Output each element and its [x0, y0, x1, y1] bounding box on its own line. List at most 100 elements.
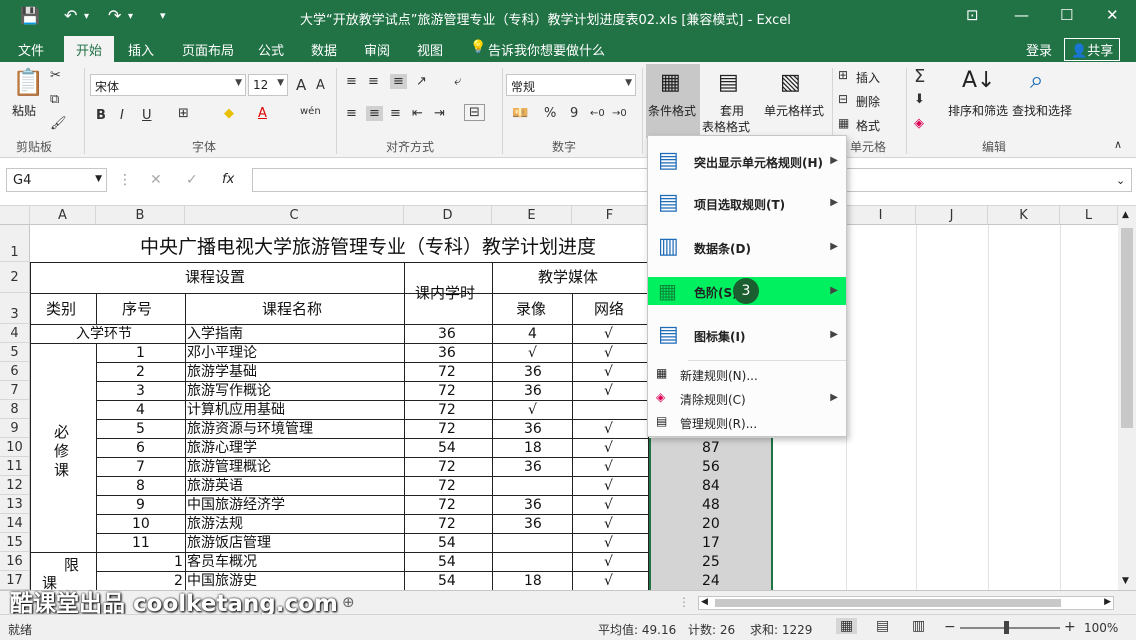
- scroll-right-icon[interactable]: ▶: [1104, 597, 1111, 607]
- video-cell[interactable]: 18: [524, 572, 542, 590]
- insert-cells-icon[interactable]: ⊞: [838, 68, 848, 82]
- delete-cells-icon[interactable]: ⊟: [838, 92, 848, 106]
- font-size-combo[interactable]: 12 ▼: [248, 74, 288, 96]
- course-name-cell[interactable]: 旅游写作概论: [187, 382, 271, 400]
- align-bottom-icon[interactable]: ≡: [390, 74, 407, 89]
- gradient-cell[interactable]: 48: [702, 496, 720, 514]
- gradient-cell[interactable]: 20: [702, 515, 720, 533]
- network-cell[interactable]: √: [604, 515, 613, 533]
- fill-color-icon[interactable]: ◆: [224, 106, 234, 121]
- font-name-combo[interactable]: 宋体 ▼: [90, 74, 246, 96]
- horizontal-scrollbar[interactable]: ◀ ▶: [698, 596, 1114, 610]
- network-cell[interactable]: √: [604, 382, 613, 400]
- format-cells-button[interactable]: 格式: [856, 117, 880, 134]
- course-name-cell[interactable]: 客员车概况: [187, 553, 257, 571]
- network-cell[interactable]: √: [604, 534, 613, 552]
- align-middle-icon[interactable]: ≡: [368, 74, 379, 89]
- tab-file[interactable]: 文件: [18, 40, 44, 59]
- sign-in-link[interactable]: 登录: [1026, 40, 1052, 59]
- undo-dropdown-icon[interactable]: ▾: [84, 11, 89, 22]
- gradient-cell[interactable]: 56: [702, 458, 720, 476]
- number-format-combo[interactable]: 常规 ▼: [506, 74, 636, 96]
- cell-style-label[interactable]: 单元格样式: [764, 102, 824, 119]
- course-name-cell[interactable]: 旅游英语: [187, 477, 243, 495]
- increase-decimal-icon[interactable]: ←0: [590, 108, 605, 119]
- comma-button[interactable]: 9: [570, 106, 578, 121]
- align-center-icon[interactable]: ≡: [366, 106, 383, 121]
- tab-view[interactable]: 视图: [417, 40, 443, 59]
- select-all[interactable]: [0, 206, 30, 225]
- decrease-indent-icon[interactable]: ⇤: [412, 106, 423, 121]
- gradient-cell[interactable]: 24: [702, 572, 720, 590]
- currency-icon[interactable]: 💴: [512, 106, 528, 121]
- enter-icon[interactable]: ✓: [186, 172, 198, 188]
- column-header[interactable]: F: [572, 206, 648, 225]
- customize-qat-icon[interactable]: ▾: [160, 9, 166, 22]
- seq-cell[interactable]: 1: [136, 344, 145, 362]
- cell-style-icon[interactable]: ▧: [780, 70, 801, 95]
- column-header[interactable]: B: [96, 206, 185, 225]
- seq-cell[interactable]: 7: [136, 458, 145, 476]
- row-header[interactable]: 4: [0, 324, 30, 343]
- percent-button[interactable]: %: [544, 106, 556, 121]
- network-cell[interactable]: √: [604, 572, 613, 590]
- seq-cell[interactable]: 10: [132, 515, 150, 533]
- row-header[interactable]: 1: [0, 225, 30, 262]
- zoom-out-icon[interactable]: −: [944, 619, 956, 635]
- row-header[interactable]: 6: [0, 362, 30, 381]
- table-format-label-1[interactable]: 套用: [720, 102, 744, 119]
- redo-icon[interactable]: ↷: [108, 6, 121, 25]
- hours-cell[interactable]: 72: [438, 477, 456, 495]
- zoom-slider[interactable]: [960, 627, 1060, 629]
- gradient-cell[interactable]: 84: [702, 477, 720, 495]
- category-cell[interactable]: 入学环节: [76, 325, 132, 343]
- menu-item-clear-rules[interactable]: ◈ 清除规则(C) ▶: [648, 388, 846, 410]
- hours-cell[interactable]: 54: [438, 553, 456, 571]
- video-cell[interactable]: √: [528, 344, 537, 362]
- decrease-decimal-icon[interactable]: →0: [612, 108, 627, 119]
- row-header[interactable]: 2: [0, 262, 30, 293]
- italic-icon[interactable]: I: [120, 108, 124, 123]
- ribbon-display-icon[interactable]: ⊡: [966, 6, 979, 24]
- seq-cell[interactable]: 6: [136, 439, 145, 457]
- tab-review[interactable]: 审阅: [364, 40, 390, 59]
- close-icon[interactable]: ✕: [1106, 6, 1119, 24]
- network-cell[interactable]: √: [604, 363, 613, 381]
- column-header[interactable]: A: [30, 206, 96, 225]
- bold-icon[interactable]: B: [96, 108, 106, 123]
- expand-formula-icon[interactable]: ⌄: [1116, 174, 1125, 187]
- tab-home[interactable]: 开始: [64, 36, 115, 62]
- course-name-cell[interactable]: 旅游饭店管理: [187, 534, 271, 552]
- hours-cell[interactable]: 72: [438, 420, 456, 438]
- increase-indent-icon[interactable]: ⇥: [434, 106, 445, 121]
- seq-cell[interactable]: 11: [132, 534, 150, 552]
- course-name-cell[interactable]: 旅游心理学: [187, 439, 257, 457]
- hours-cell[interactable]: 72: [438, 496, 456, 514]
- course-name-cell[interactable]: 旅游管理概论: [187, 458, 271, 476]
- scroll-left-icon[interactable]: ◀: [701, 597, 708, 607]
- gradient-cell[interactable]: 25: [702, 553, 720, 571]
- row-header[interactable]: 10: [0, 438, 30, 457]
- borders-icon[interactable]: ⊞: [178, 106, 189, 121]
- wrap-text-icon[interactable]: ⤶: [454, 74, 461, 89]
- video-cell[interactable]: 4: [528, 325, 537, 343]
- zoom-slider-thumb[interactable]: [1004, 621, 1009, 634]
- column-header[interactable]: C: [185, 206, 404, 225]
- zoom-level[interactable]: 100%: [1084, 621, 1118, 635]
- align-top-icon[interactable]: ≡: [346, 74, 357, 89]
- align-right-icon[interactable]: ≡: [390, 106, 401, 121]
- hours-cell[interactable]: 54: [438, 572, 456, 590]
- course-name-cell[interactable]: 旅游法规: [187, 515, 243, 533]
- share-button[interactable]: 👤共享: [1064, 38, 1121, 61]
- course-name-cell[interactable]: 入学指南: [187, 325, 243, 343]
- copy-icon[interactable]: ⧉: [50, 92, 59, 107]
- hours-cell[interactable]: 72: [438, 382, 456, 400]
- normal-view-icon[interactable]: ▦: [836, 618, 858, 634]
- video-cell[interactable]: √: [528, 401, 537, 419]
- menu-item-data-bars[interactable]: ▥ 数据条(D) ▶: [648, 228, 846, 268]
- tab-insert[interactable]: 插入: [128, 40, 154, 59]
- network-cell[interactable]: √: [604, 420, 613, 438]
- scroll-thumb[interactable]: [715, 599, 1061, 607]
- orientation-icon[interactable]: ↗: [416, 74, 427, 89]
- network-cell[interactable]: √: [604, 496, 613, 514]
